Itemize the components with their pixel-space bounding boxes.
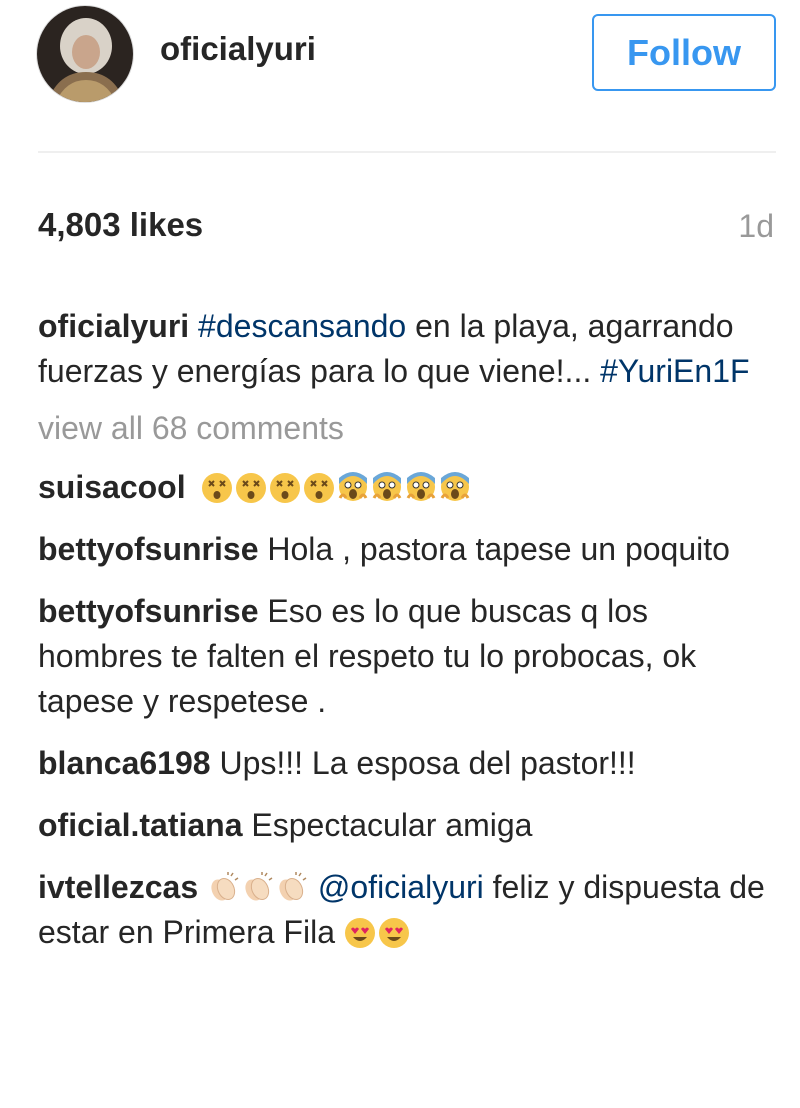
- comment: bettyofsunrise Hola , pastora tapese un …: [38, 527, 778, 572]
- post-timestamp[interactable]: 1d: [738, 208, 774, 245]
- hashtag-link[interactable]: #descansando: [198, 308, 406, 344]
- comment: suisacool: [38, 465, 778, 510]
- comment: ivtellezcas @oficialyuri feliz y dispues…: [38, 865, 778, 955]
- screaming-face-icon: [440, 472, 469, 501]
- comment-username[interactable]: suisacool: [38, 469, 186, 505]
- likes-count[interactable]: 4,803 likes: [38, 206, 203, 244]
- screaming-face-icon: [372, 472, 401, 501]
- clapping-hands-icon: [279, 872, 307, 901]
- clapping-hands-icon: [245, 872, 273, 901]
- clapping-emojis: [207, 869, 318, 905]
- heart-eyes-icon: [378, 918, 409, 948]
- post-header: oficialyuri Follow: [0, 0, 800, 152]
- caption: oficialyuri #descansando en la playa, ag…: [38, 304, 778, 394]
- divider: [38, 151, 776, 153]
- dizzy-face-icon: [303, 473, 334, 503]
- caption-username[interactable]: oficialyuri: [38, 308, 189, 344]
- comment: bettyofsunrise Eso es lo que buscas q lo…: [38, 589, 778, 724]
- mention-link[interactable]: @oficialyuri: [318, 869, 484, 905]
- comment-username[interactable]: blanca6198: [38, 745, 211, 781]
- comment-username[interactable]: bettyofsunrise: [38, 531, 258, 567]
- comment: oficial.tatiana Espectacular amiga: [38, 803, 778, 848]
- comments-section: oficialyuri #descansando en la playa, ag…: [38, 304, 778, 972]
- comment-text: Espectacular amiga: [242, 807, 533, 843]
- comment: blanca6198 Ups!!! La esposa del pastor!!…: [38, 741, 778, 786]
- comment-username[interactable]: oficial.tatiana: [38, 807, 243, 843]
- avatar[interactable]: [36, 5, 134, 103]
- post-username[interactable]: oficialyuri: [160, 30, 316, 68]
- dizzy-face-icon: [235, 473, 266, 503]
- hashtag-link[interactable]: #YuriEn1F: [600, 353, 749, 389]
- screaming-face-icon: [406, 472, 435, 501]
- comment-emojis: [201, 469, 473, 505]
- clapping-hands-icon: [211, 872, 239, 901]
- dizzy-face-icon: [269, 473, 300, 503]
- heart-eyes-icon: [344, 918, 375, 948]
- comment-text: Hola , pastora tapese un poquito: [258, 531, 730, 567]
- follow-button[interactable]: Follow: [592, 14, 776, 91]
- dizzy-face-icon: [201, 473, 232, 503]
- screaming-face-icon: [338, 472, 367, 501]
- view-all-comments-link[interactable]: view all 68 comments: [38, 406, 778, 451]
- comment-username[interactable]: ivtellezcas: [38, 869, 198, 905]
- comment-text: Ups!!! La esposa del pastor!!!: [210, 745, 636, 781]
- comment-username[interactable]: bettyofsunrise: [38, 593, 258, 629]
